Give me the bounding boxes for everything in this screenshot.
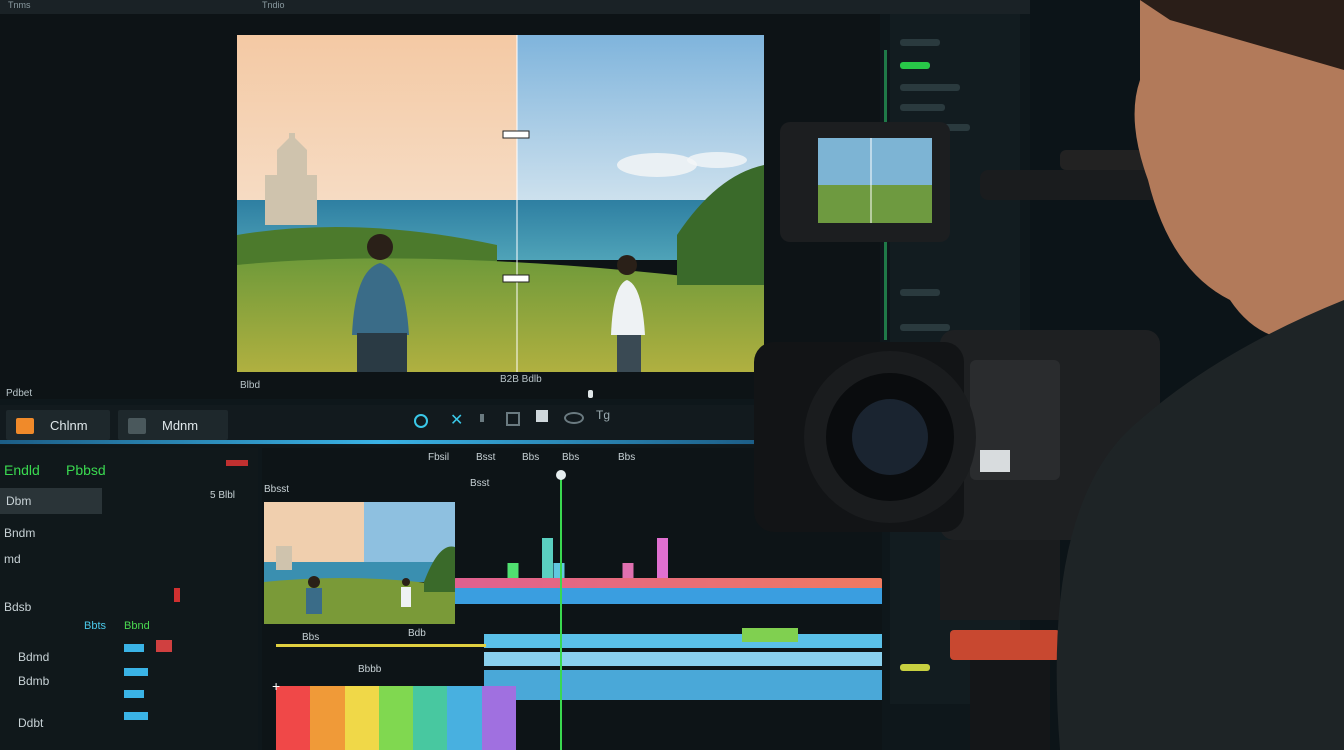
timeline-header[interactable]: Bbs — [522, 452, 539, 463]
track-chip[interactable] — [124, 668, 148, 676]
eye-icon[interactable] — [564, 412, 584, 424]
timeline-header[interactable]: Bsst — [476, 452, 495, 463]
camera-operator — [1020, 0, 1344, 750]
text-icon[interactable]: Tg — [596, 408, 610, 422]
row-label[interactable]: Ddbt — [18, 716, 43, 730]
circle-icon[interactable] — [414, 414, 428, 428]
inspector-row[interactable] — [900, 39, 940, 46]
clip-thumbnail[interactable] — [264, 502, 455, 624]
row-label[interactable]: Bdmb — [18, 674, 49, 688]
color-bar — [413, 686, 448, 750]
sub-track-label: Bdb — [408, 628, 426, 639]
timeline-header[interactable]: Bbs — [562, 452, 579, 463]
track-label: Bbsst — [264, 484, 290, 495]
search-input[interactable]: Dbm — [0, 488, 102, 514]
color-bar — [310, 686, 345, 750]
grey-swatch-icon — [128, 418, 146, 434]
square-icon[interactable] — [536, 410, 548, 422]
viewer-image — [237, 35, 764, 372]
track-chip[interactable] — [124, 690, 144, 698]
marker-red — [174, 588, 180, 602]
playhead-handle[interactable] — [556, 470, 566, 480]
tab-edited[interactable]: Endld — [4, 462, 40, 478]
color-bar — [481, 686, 516, 750]
bottom-label: Bbbb — [358, 664, 382, 675]
menu-item[interactable]: Tnms — [8, 0, 31, 10]
inspector-row[interactable] — [900, 84, 960, 91]
track-chip[interactable] — [124, 644, 144, 652]
track-divider — [276, 644, 486, 647]
color-bar — [344, 686, 379, 750]
add-icon[interactable]: + — [272, 678, 280, 694]
timecode: B2B Bdlb — [500, 374, 542, 385]
thumbnail-image — [264, 502, 455, 624]
playhead-marker[interactable] — [588, 390, 593, 398]
menu-bar: Tnms Tndio — [0, 0, 1030, 14]
operator-silhouette — [1056, 0, 1344, 750]
dot-icon[interactable] — [480, 414, 484, 422]
media-browser: Endld Pbbsd Dbm 5 Blbl Bndm md Bdsb Bbts… — [0, 448, 258, 750]
menu-item[interactable]: Tndio — [262, 0, 285, 10]
scene: Tnms Tndio Pdbet Blbd B2B Bdlb Chlnm Mdn… — [0, 0, 1344, 750]
viewer-left-caption: Pdbet — [6, 388, 33, 399]
clip-button-label: Chlnm — [50, 418, 88, 433]
list-item[interactable]: md — [4, 552, 21, 566]
sub-track-label: Bbs — [302, 632, 320, 643]
progress-line — [0, 440, 760, 444]
cross-icon[interactable]: ✕ — [450, 410, 463, 430]
orange-swatch-icon — [16, 418, 34, 434]
tab-produced[interactable]: Pbbsd — [66, 462, 106, 478]
sub-label: Bbnd — [124, 620, 150, 632]
record-indicator — [226, 460, 248, 466]
viewer-center-caption: Blbd — [240, 380, 261, 391]
transport-toolbar — [0, 405, 760, 445]
media-button-label: Mdnm — [162, 418, 199, 433]
color-bar — [276, 686, 311, 750]
media-button[interactable]: Mdnm — [118, 410, 228, 440]
item-count: 5 Blbl — [210, 490, 236, 501]
list-item[interactable]: Bdsb — [4, 600, 31, 614]
timeline-header[interactable]: Bbs — [618, 452, 635, 463]
color-bars — [276, 686, 516, 750]
track-chip[interactable] — [124, 712, 148, 720]
color-bar — [378, 686, 414, 750]
color-bar — [447, 686, 482, 750]
clip-flag — [156, 640, 172, 652]
sub-label: Bbts — [84, 620, 107, 632]
timeline-header[interactable]: Fbsil — [428, 452, 449, 463]
square-outline-icon[interactable] — [506, 412, 520, 426]
program-viewer[interactable] — [237, 35, 764, 372]
track-label: Bsst — [470, 478, 490, 489]
list-item[interactable]: Bndm — [4, 526, 35, 540]
row-label[interactable]: Bdmd — [18, 650, 49, 664]
clip-button[interactable]: Chlnm — [6, 410, 110, 440]
inspector-toggle[interactable] — [900, 62, 930, 69]
timeline-playhead[interactable] — [560, 474, 562, 750]
